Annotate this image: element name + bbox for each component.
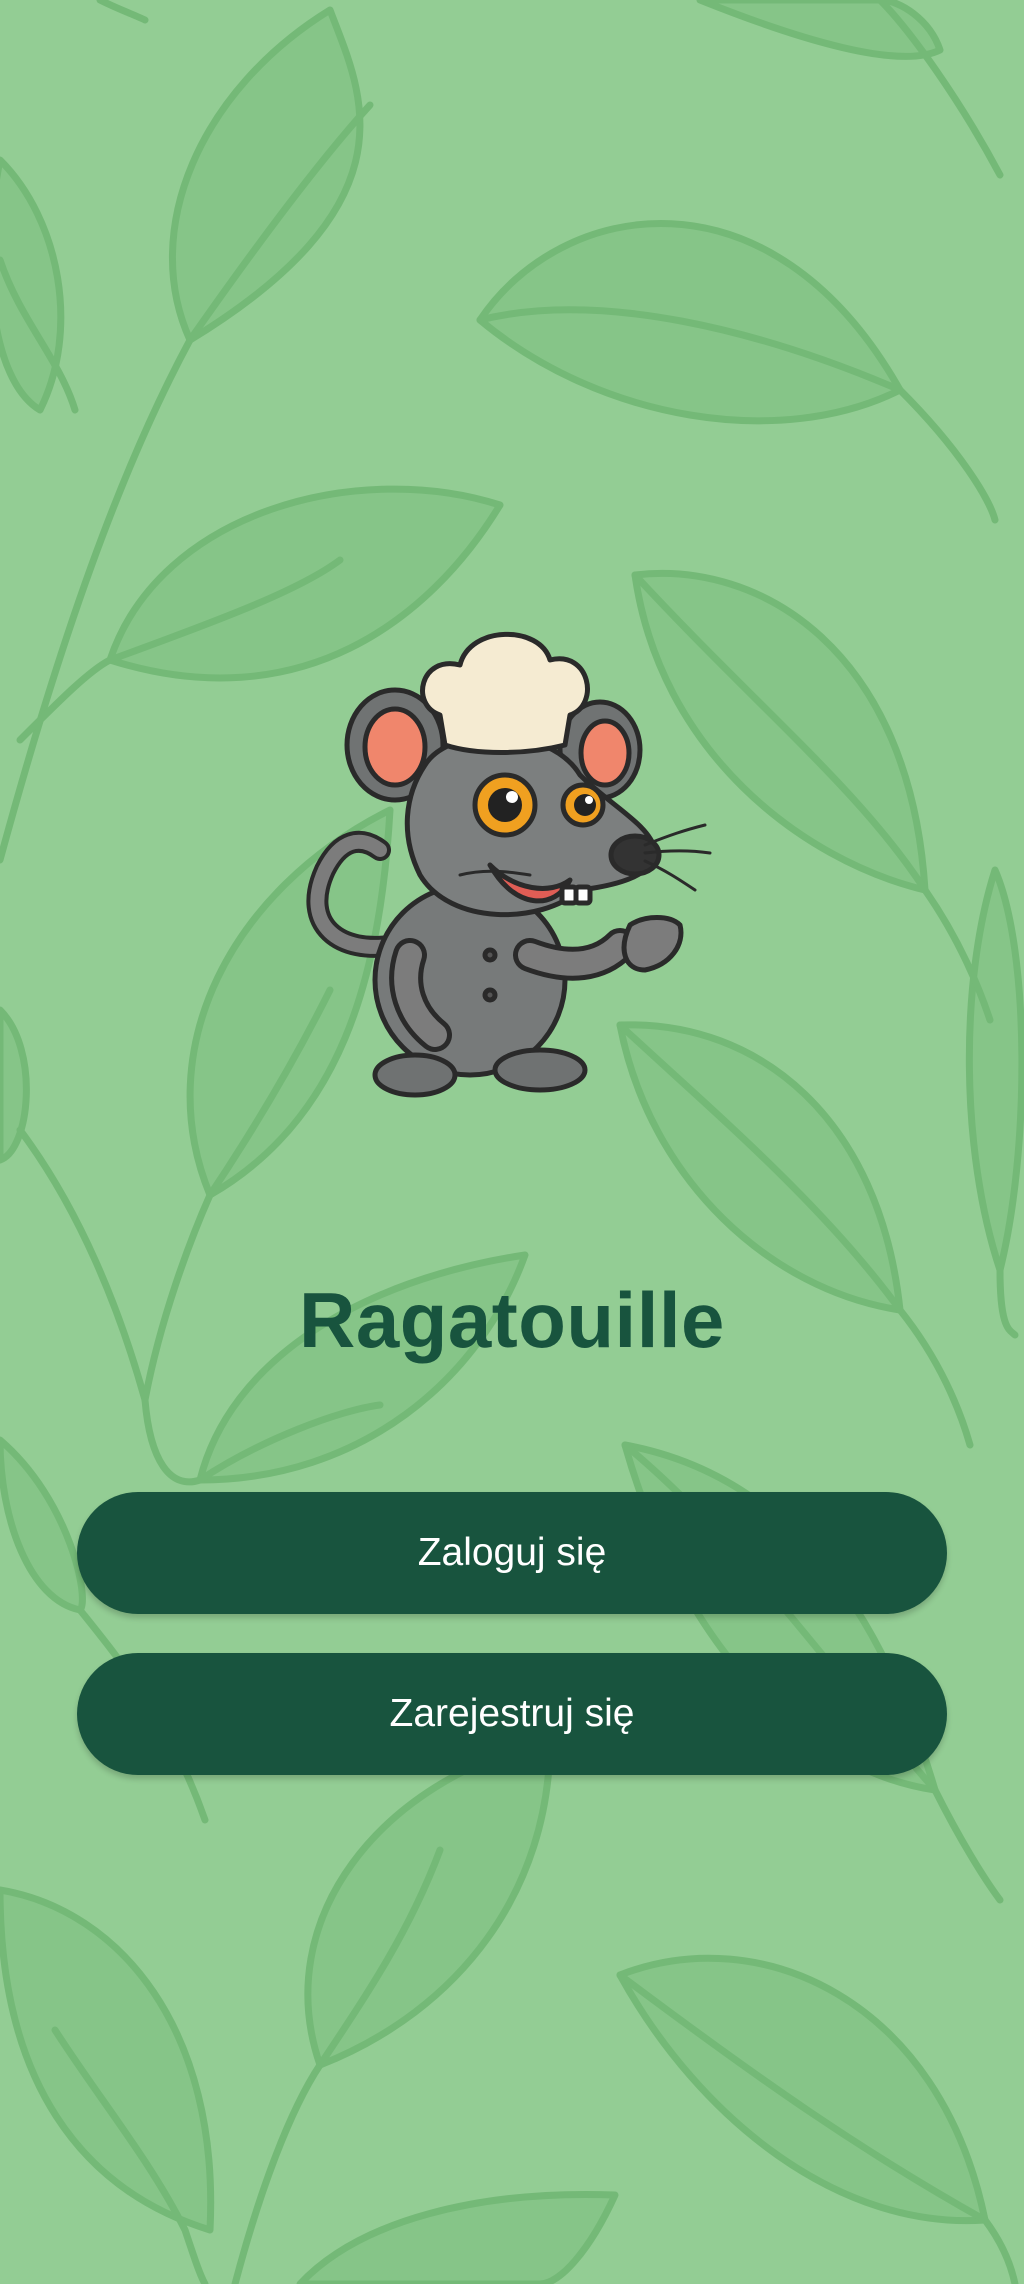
app-title: Ragatouille (299, 1276, 725, 1364)
chef-rat-mascot-icon (306, 631, 712, 1098)
login-button[interactable]: Zaloguj się (77, 1492, 947, 1614)
leaf-background-pattern (0, 0, 1024, 2284)
register-button[interactable]: Zarejestruj się (77, 1653, 947, 1775)
